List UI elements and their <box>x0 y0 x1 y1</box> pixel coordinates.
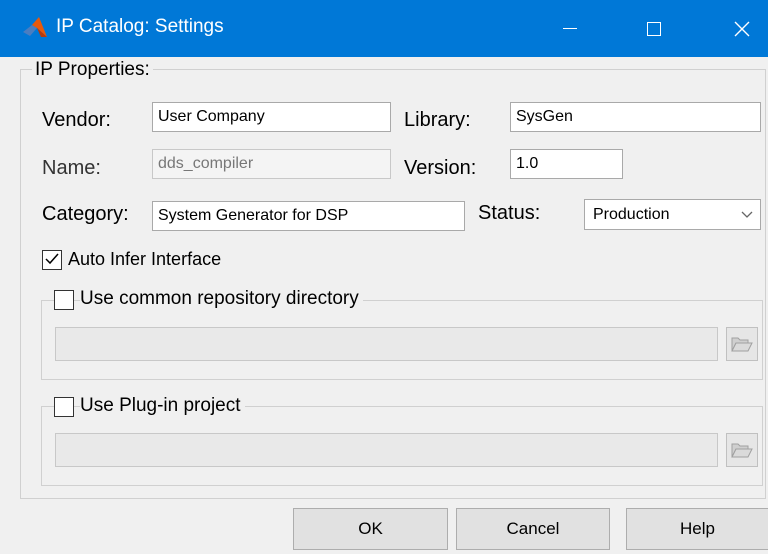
checkmark-icon <box>45 253 59 265</box>
folder-open-icon <box>731 337 753 352</box>
cancel-button[interactable]: Cancel <box>456 508 610 550</box>
common-repo-path-field <box>55 327 718 361</box>
vendor-label: Vendor: <box>42 109 111 131</box>
minimize-icon <box>563 27 577 29</box>
maximize-button[interactable] <box>630 0 678 57</box>
minimize-button[interactable] <box>546 0 594 57</box>
plugin-project-browse-button[interactable] <box>726 433 758 467</box>
name-field: dds_compiler <box>152 149 391 179</box>
category-field[interactable]: System Generator for DSP <box>152 201 465 231</box>
settings-dialog: IP Properties: Vendor: User Company Libr… <box>0 57 768 554</box>
chevron-down-icon <box>741 211 753 218</box>
library-field[interactable]: SysGen <box>510 102 761 132</box>
vendor-field[interactable]: User Company <box>152 102 391 132</box>
maximize-icon <box>647 21 661 36</box>
common-repo-browse-button[interactable] <box>726 327 758 361</box>
matlab-logo-icon <box>23 17 47 37</box>
help-button[interactable]: Help <box>626 508 768 550</box>
status-select[interactable]: Production <box>584 199 761 230</box>
title-bar: IP Catalog: Settings <box>0 0 768 57</box>
name-label: Name: <box>42 157 101 179</box>
library-label: Library: <box>404 109 471 131</box>
plugin-project-path-field <box>55 433 718 467</box>
version-label: Version: <box>404 157 477 179</box>
auto-infer-checkbox[interactable] <box>42 250 62 270</box>
version-field[interactable]: 1.0 <box>510 149 623 179</box>
status-selected-value: Production <box>593 206 670 223</box>
auto-infer-label: Auto Infer Interface <box>68 249 222 269</box>
close-icon <box>734 21 750 36</box>
common-repo-label: Use common repository directory <box>80 288 363 310</box>
folder-open-icon <box>731 443 753 458</box>
plugin-project-label: Use Plug-in project <box>80 395 245 417</box>
ok-button[interactable]: OK <box>293 508 448 550</box>
window-title: IP Catalog: Settings <box>56 16 224 37</box>
ip-properties-legend: IP Properties: <box>32 59 153 81</box>
category-label: Category: <box>42 203 129 225</box>
status-label: Status: <box>478 202 541 224</box>
plugin-project-checkbox[interactable] <box>54 397 74 417</box>
common-repo-checkbox[interactable] <box>54 290 74 310</box>
close-button[interactable] <box>718 0 766 57</box>
